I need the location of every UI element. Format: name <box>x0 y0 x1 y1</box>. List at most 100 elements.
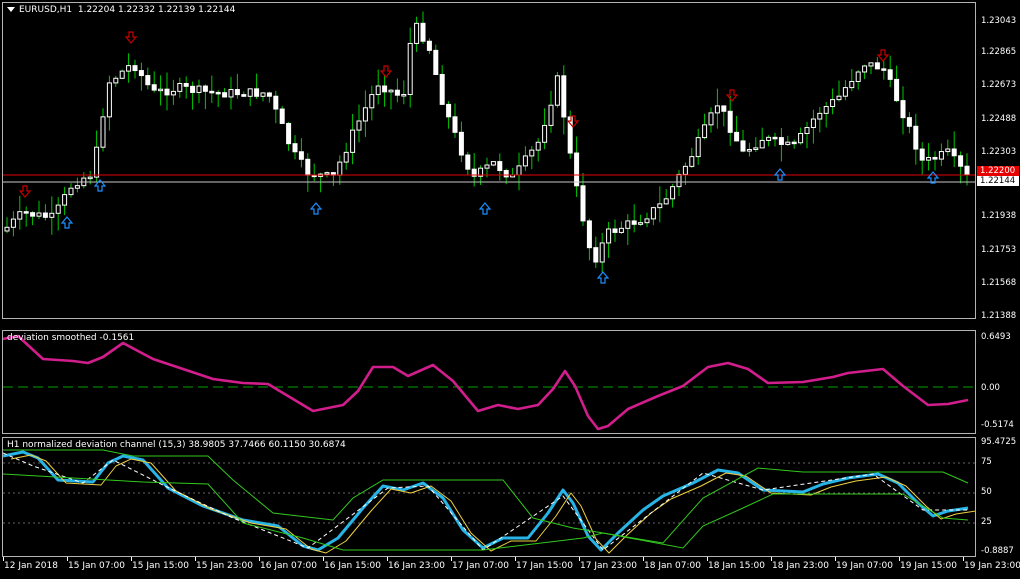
candle-body <box>350 129 356 153</box>
candle-body <box>62 194 68 206</box>
candle-body <box>676 173 682 188</box>
time-label: 18 Jan 07:00 <box>644 561 701 571</box>
candle-body <box>823 105 829 114</box>
down-arrow-icon <box>876 49 890 62</box>
candle-body <box>17 211 23 220</box>
candle-body <box>862 65 868 73</box>
time-label: 15 Jan 15:00 <box>132 561 189 571</box>
candle-body <box>958 155 964 167</box>
candle-body <box>926 156 932 161</box>
candle-body <box>279 108 285 124</box>
candle-body <box>490 161 496 166</box>
candle-body <box>414 22 420 44</box>
candle-body <box>113 77 119 84</box>
symbol-label: EURUSD,H1 <box>19 5 73 15</box>
candle-body <box>945 148 951 153</box>
ndc-axis[interactable]: 95.4725 75 50 25 -0.8887 <box>976 437 1020 557</box>
candle-body <box>407 42 413 96</box>
candle-body <box>599 242 605 263</box>
candle-body <box>68 187 74 196</box>
candle-body <box>215 91 221 95</box>
candle-body <box>158 88 164 92</box>
up-arrow-icon <box>478 202 492 215</box>
candle-body <box>138 70 144 77</box>
candle-body <box>343 151 349 163</box>
deviation-axis[interactable]: 0.6493 0.00 -0.5174 <box>976 330 1020 434</box>
candle-body <box>561 75 567 118</box>
up-arrow-icon <box>596 271 610 284</box>
candle-body <box>817 112 823 120</box>
time-label: 16 Jan 07:00 <box>260 561 317 571</box>
candle-body <box>772 136 778 140</box>
candle-body <box>612 228 618 233</box>
candle-body <box>388 89 394 93</box>
price-tick: 1.23043 <box>981 16 1017 26</box>
candle-body <box>542 124 548 143</box>
candle-body <box>74 185 80 189</box>
candle-body <box>734 131 740 142</box>
ndc-tick: 95.4725 <box>981 437 1017 447</box>
candle-body <box>689 156 695 167</box>
price-axis[interactable]: 1.23043 1.22865 1.22673 1.22488 1.22303 … <box>976 2 1020 321</box>
candle-body <box>401 94 407 97</box>
time-label: 19 Jan 23:00 <box>964 561 1020 571</box>
candle-body <box>721 105 727 112</box>
candle-body <box>906 117 912 127</box>
candle-body <box>887 69 893 80</box>
price-chart-pane[interactable]: EURUSD,H1 1.22204 1.22332 1.22139 1.2214… <box>2 2 976 319</box>
time-label: 16 Jan 23:00 <box>388 561 445 571</box>
ndc-main-line <box>3 450 969 552</box>
candle-body <box>298 151 304 160</box>
deviation-tick: 0.00 <box>981 383 1000 393</box>
candle-body <box>964 165 970 175</box>
candle-body <box>631 220 637 225</box>
candle-body <box>4 226 10 232</box>
candle-body <box>42 212 48 218</box>
candle-body <box>708 112 714 126</box>
candle-body <box>30 212 36 217</box>
candle-body <box>10 218 16 228</box>
candle-body <box>670 186 676 200</box>
candle-body <box>119 70 125 79</box>
candle-body <box>356 120 362 131</box>
candle-body <box>535 141 541 151</box>
price-tick: 1.22673 <box>981 80 1017 90</box>
candle-body <box>183 82 189 87</box>
candle-body <box>170 90 176 96</box>
candle-body <box>580 185 586 222</box>
candle-body <box>695 137 701 158</box>
deviation-indicator-pane[interactable]: deviation smoothed -0.1561 <box>2 330 976 434</box>
candle-body <box>106 82 112 118</box>
candle-body <box>177 82 183 92</box>
candle-body <box>273 95 279 110</box>
price-tick: 1.22488 <box>981 114 1017 124</box>
candle-body <box>663 198 669 205</box>
time-axis[interactable]: 12 Jan 2018 15 Jan 07:00 15 Jan 15:00 15 Ja… <box>0 557 1020 579</box>
candle-body <box>433 49 439 75</box>
candle-body <box>337 161 343 176</box>
current-price-tag: 1.22144 <box>977 176 1019 186</box>
candle-body <box>458 131 464 156</box>
price-tick: 1.21753 <box>981 245 1017 255</box>
candle-body <box>625 220 631 229</box>
time-label: 17 Jan 23:00 <box>580 561 637 571</box>
candle-body <box>151 84 157 91</box>
candle-body <box>606 228 612 244</box>
dropdown-triangle-icon[interactable] <box>7 7 15 12</box>
candle-body <box>286 122 292 145</box>
candle-body <box>644 218 650 224</box>
candle-body <box>145 75 151 86</box>
candle-body <box>465 154 471 170</box>
candle-body <box>484 164 490 169</box>
candle-body <box>881 68 887 71</box>
price-tick: 1.22303 <box>981 147 1017 157</box>
candle-body <box>36 212 42 217</box>
candle-body <box>900 100 906 119</box>
candle-body <box>746 149 752 152</box>
candle-body <box>740 140 746 152</box>
candle-body <box>682 165 688 175</box>
candle-body <box>55 204 61 214</box>
ndc-tick: 50 <box>981 487 992 497</box>
ndc-indicator-pane[interactable]: H1 normalized deviation channel (15,3) 3… <box>2 437 976 557</box>
deviation-tick: -0.5174 <box>981 420 1014 430</box>
